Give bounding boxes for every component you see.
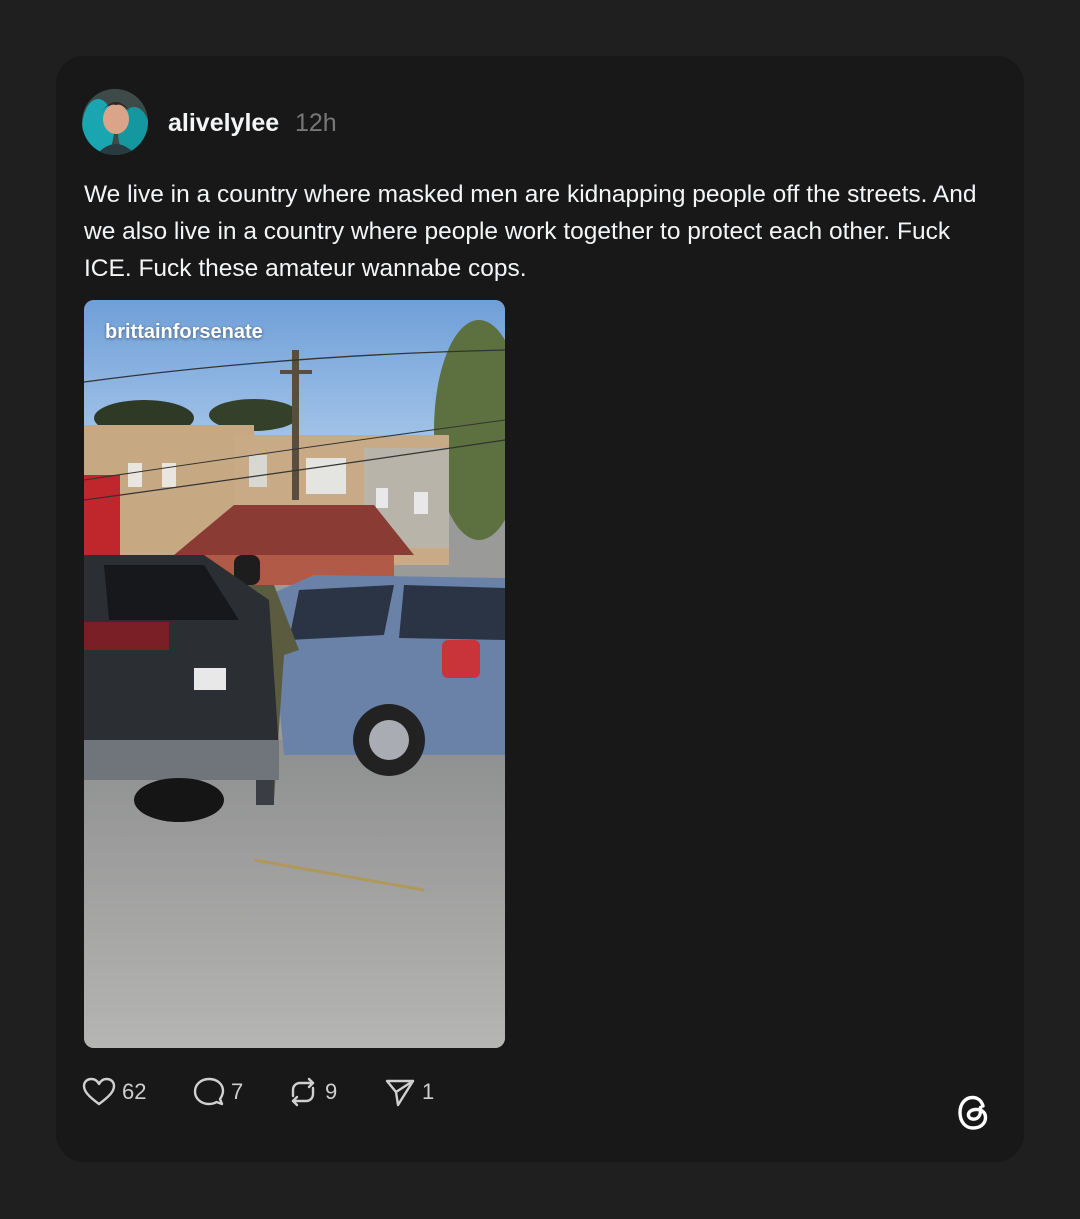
avatar[interactable] xyxy=(82,89,148,155)
video-frame-image xyxy=(84,300,505,1048)
comment-icon xyxy=(193,1077,225,1106)
threads-logo-icon xyxy=(958,1095,988,1130)
share-count: 1 xyxy=(422,1079,435,1104)
like-button[interactable]: 62 xyxy=(82,1076,146,1108)
post-timestamp[interactable]: 12h xyxy=(295,107,337,139)
username[interactable]: alivelylee xyxy=(168,107,279,139)
heart-icon xyxy=(82,1077,116,1106)
send-icon xyxy=(385,1079,415,1107)
reply-count: 7 xyxy=(231,1079,244,1104)
post-video[interactable]: brittainforsenate xyxy=(84,300,505,1048)
post-card: alivelylee 12h We live in a country wher… xyxy=(56,56,1024,1162)
share-button[interactable]: 1 xyxy=(384,1076,434,1108)
like-count: 62 xyxy=(122,1079,147,1104)
repost-icon xyxy=(291,1077,315,1107)
reply-button[interactable]: 7 xyxy=(193,1076,243,1108)
video-source-handle: brittainforsenate xyxy=(105,321,263,343)
post-text: We live in a country where masked men ar… xyxy=(84,181,977,282)
repost-button[interactable]: 9 xyxy=(287,1076,337,1108)
repost-count: 9 xyxy=(325,1079,338,1104)
